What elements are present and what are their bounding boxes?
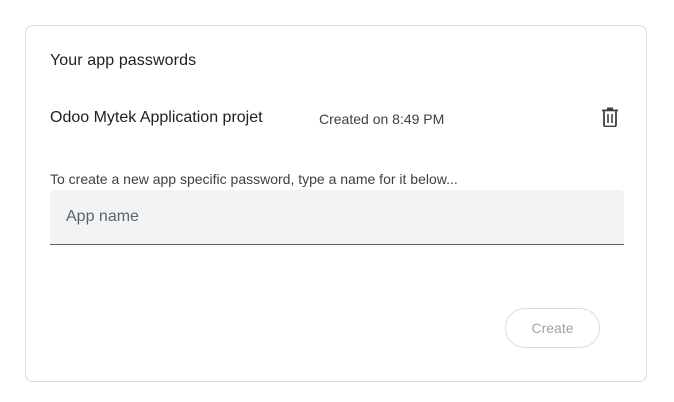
app-name-input[interactable] xyxy=(50,190,624,244)
create-button[interactable]: Create xyxy=(505,308,600,348)
create-helper-text: To create a new app specific password, t… xyxy=(50,171,458,187)
app-password-row: Odoo Mytek Application projet Created on… xyxy=(50,107,622,131)
section-title: Your app passwords xyxy=(50,52,197,69)
app-passwords-card: Your app passwords Odoo Mytek Applicatio… xyxy=(25,25,647,382)
delete-app-password-button[interactable] xyxy=(598,105,622,129)
app-name-field xyxy=(50,190,624,245)
app-password-created: Created on 8:49 PM xyxy=(319,111,445,127)
trash-icon xyxy=(602,107,618,127)
app-password-name: Odoo Mytek Application projet xyxy=(50,109,263,126)
